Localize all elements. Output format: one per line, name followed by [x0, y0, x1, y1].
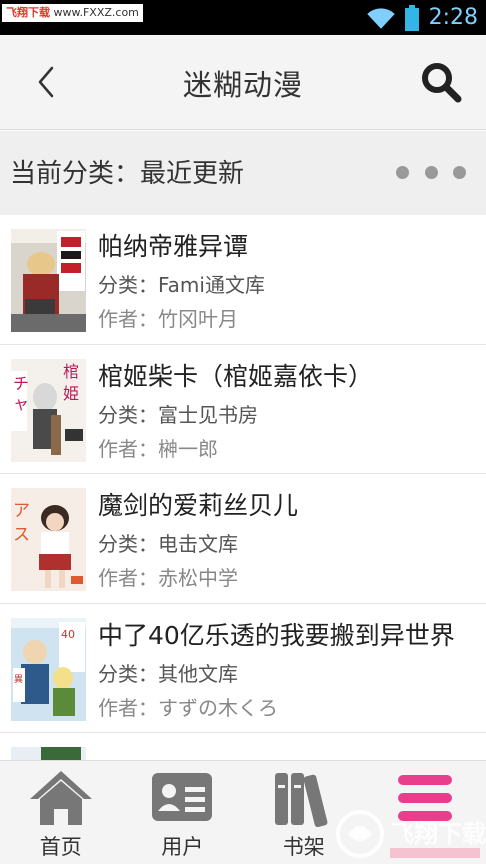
more-dot: [453, 165, 466, 179]
svg-text:棺: 棺: [63, 362, 79, 381]
status-bar: 飞翔下载 www.FXXZ.com 2:28: [0, 0, 486, 35]
book-author: 作者：榊一郎: [98, 436, 218, 461]
home-icon: [29, 771, 92, 825]
site-watermark: 飞翔下载 www.FXXZ.com: [2, 4, 143, 22]
site-watermark-logo: 飞翔下载: [336, 810, 486, 858]
book-title: 魔剑的爱莉丝贝儿: [98, 491, 299, 520]
app-screen: 飞翔下载 www.FXXZ.com 2:28 迷糊动漫 当前分类：最近更新 帕纳…: [0, 0, 486, 864]
book-list-item-partial[interactable]: [0, 733, 486, 760]
book-cover: ア ス: [11, 488, 86, 591]
svg-text:ア: ア: [13, 501, 30, 521]
svg-text:チ: チ: [13, 374, 29, 393]
svg-text:異: 異: [14, 674, 23, 685]
book-list-item[interactable]: 帕纳帝雅异谭 分类：Fami通文库 作者：竹冈叶月: [0, 215, 486, 345]
svg-text:姫: 姫: [63, 384, 79, 403]
book-list: 帕纳帝雅异谭 分类：Fami通文库 作者：竹冈叶月 チ ャ 棺 姫 棺姬柴卡（棺…: [0, 215, 486, 760]
page-title: 迷糊动漫: [182, 68, 303, 102]
nav-item-home[interactable]: 首页: [0, 761, 122, 864]
more-options-button[interactable]: [396, 161, 466, 183]
svg-text:ス: ス: [13, 525, 30, 545]
battery-icon: [404, 4, 419, 31]
book-list-item[interactable]: 40 異 中了40亿乐透的我要搬到异世界 分类：其他文库 作者：すずの木くろ: [0, 604, 486, 733]
book-cover: 40 異: [11, 617, 86, 721]
current-category-label: 当前分类：最近更新: [10, 159, 245, 189]
nav-label-user: 用户: [161, 835, 204, 859]
search-button[interactable]: [418, 59, 464, 105]
app-header: 迷糊动漫: [0, 35, 486, 130]
user-card-icon: [152, 773, 213, 821]
book-title: 棺姬柴卡（棺姬嘉依卡）: [98, 361, 374, 391]
svg-text:ャ: ャ: [13, 394, 29, 413]
book-list-item[interactable]: チ ャ 棺 姫 棺姬柴卡（棺姬嘉依卡） 分类：富士见书房 作者：榊一郎: [0, 345, 486, 474]
book-list-item[interactable]: ア ス 魔剑的爱莉丝贝儿 分类：电击文库 作者：赤松中学: [0, 474, 486, 604]
book-category: 分类：其他文库: [98, 661, 238, 686]
book-category: 分类：Fami通文库: [98, 273, 265, 297]
book-cover: [11, 229, 86, 332]
watermark-brand: 飞翔下载: [6, 6, 50, 19]
bookshelf-icon: [274, 773, 328, 828]
book-cover: チ ャ 棺 姫: [11, 358, 86, 462]
book-category: 分类：富士见书房: [98, 402, 258, 427]
category-bar: 当前分类：最近更新: [0, 131, 486, 215]
book-cover: [11, 747, 86, 760]
status-icons: 2:28: [366, 0, 478, 35]
more-dot: [396, 165, 409, 179]
book-title: 中了40亿乐透的我要搬到异世界: [98, 620, 455, 650]
search-icon: [422, 63, 462, 103]
book-author: 作者：竹冈叶月: [98, 307, 238, 331]
svg-text:飞翔下载: 飞翔下载: [390, 820, 486, 848]
book-author: 作者：すずの木くろ: [98, 695, 278, 720]
svg-text:40: 40: [61, 628, 75, 641]
book-category: 分类：电击文库: [98, 532, 238, 556]
watermark-url: www.FXXZ.com: [53, 6, 139, 19]
nav-item-user[interactable]: 用户: [122, 761, 244, 864]
clock: 2:28: [428, 5, 478, 30]
wifi-icon: [366, 7, 395, 29]
more-dot: [424, 165, 438, 179]
book-author: 作者：赤松中学: [98, 566, 238, 590]
nav-label-home: 首页: [39, 835, 82, 859]
book-title: 帕纳帝雅异谭: [98, 232, 249, 261]
